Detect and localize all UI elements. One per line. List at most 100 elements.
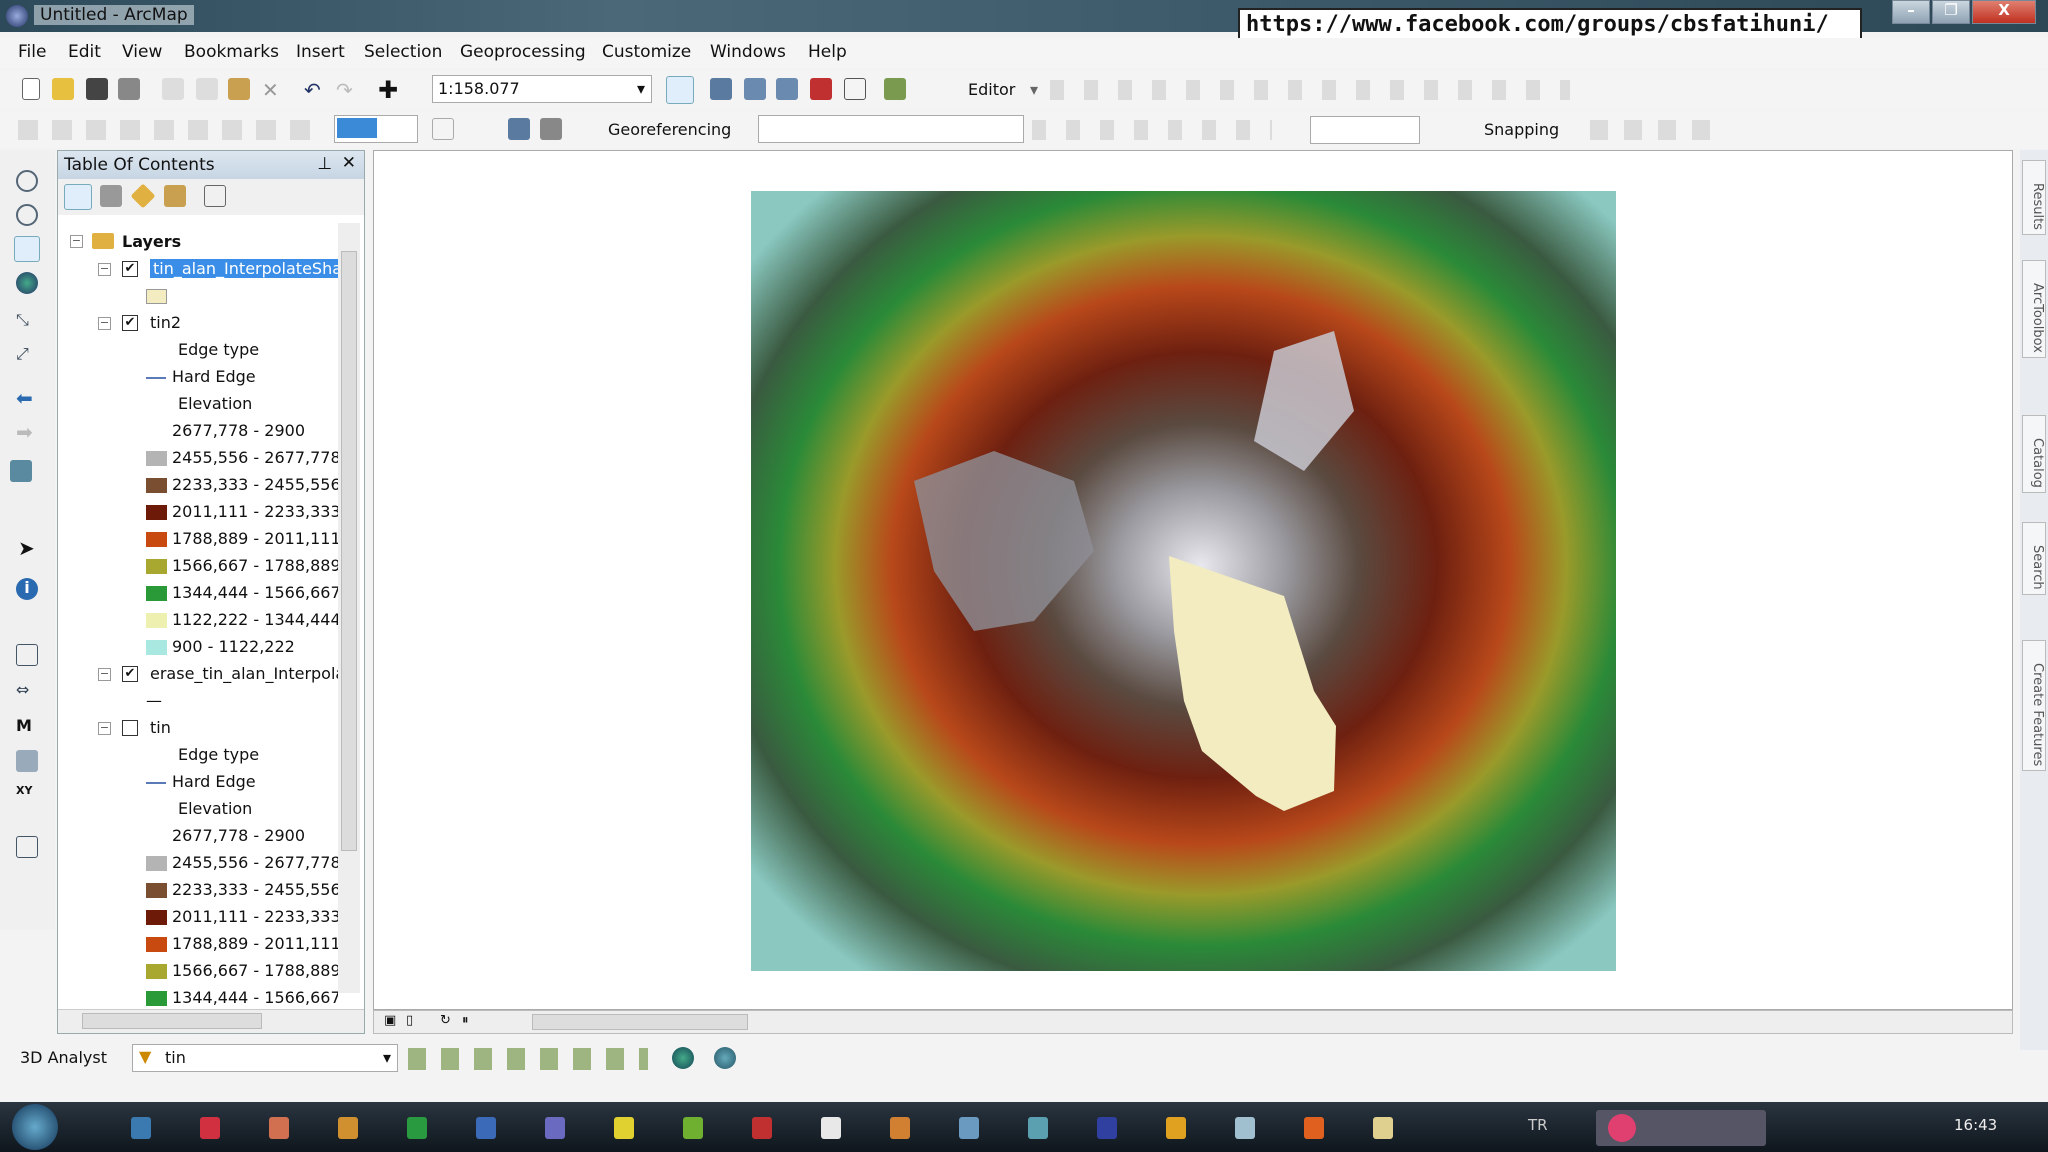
find-route-icon[interactable] <box>16 750 38 772</box>
forward-icon[interactable]: ➡ <box>16 420 38 444</box>
cut-icon[interactable] <box>162 78 184 100</box>
data-frame-label[interactable]: Layers <box>122 232 181 251</box>
maximize-button[interactable]: ❐ <box>1932 0 1970 24</box>
save-icon[interactable] <box>86 78 108 100</box>
scale-combo[interactable]: 1:158.077 ▾ <box>432 75 652 103</box>
catalog-tab[interactable]: Catalog <box>2022 415 2046 493</box>
minimize-button[interactable]: – <box>1892 0 1930 24</box>
menu-view[interactable]: View <box>122 42 162 62</box>
toc-window-icon[interactable] <box>710 78 732 100</box>
layer-visibility-checkbox[interactable] <box>122 720 138 736</box>
taskbar-app-button[interactable] <box>1147 1108 1205 1148</box>
layer-visibility-checkbox[interactable]: ✔ <box>122 666 138 682</box>
list-by-source-icon[interactable] <box>100 185 122 207</box>
print-preview-icon[interactable] <box>540 118 562 140</box>
taskbar-app-button[interactable] <box>388 1108 446 1148</box>
arcscene-icon[interactable] <box>672 1047 694 1069</box>
zoom-in-icon[interactable] <box>16 170 38 192</box>
page-icon[interactable] <box>432 118 454 140</box>
data-view-icon[interactable]: ▣ <box>384 1013 396 1028</box>
arctoolbox-tab[interactable]: ArcToolbox <box>2022 260 2046 358</box>
back-icon[interactable]: ⬅ <box>16 386 38 410</box>
new-icon[interactable] <box>22 78 40 100</box>
taskbar-app-button[interactable] <box>1009 1108 1067 1148</box>
add-data-icon[interactable]: ✚ <box>378 76 400 104</box>
menu-file[interactable]: File <box>18 42 46 62</box>
close-button[interactable]: X <box>1972 0 2036 24</box>
fixed-zoom-in-icon[interactable]: ⤡ <box>16 310 38 332</box>
layer-name[interactable]: tin_alan_InterpolateSha <box>150 259 338 278</box>
3d-analyst-tools[interactable] <box>408 1048 648 1070</box>
refresh-icon[interactable]: ↻ <box>440 1013 451 1028</box>
layout-icon[interactable] <box>508 118 530 140</box>
full-extent-icon[interactable] <box>16 272 38 294</box>
menu-help[interactable]: Help <box>808 42 847 62</box>
identify-icon[interactable]: i <box>16 578 38 600</box>
3d-layer-combo[interactable]: ▼ tin ▾ <box>132 1044 398 1072</box>
toc-horizontal-scrollbar[interactable] <box>58 1009 364 1033</box>
measure-icon[interactable]: ⇔ <box>16 680 38 702</box>
taskbar-app-button[interactable] <box>664 1108 722 1148</box>
taskbar-app-button[interactable] <box>319 1108 377 1148</box>
taskbar-app-button[interactable] <box>181 1108 239 1148</box>
paste-icon[interactable] <box>228 78 250 100</box>
select-elements-icon[interactable]: ➤ <box>18 536 40 560</box>
list-by-visibility-icon[interactable] <box>130 183 156 209</box>
collapse-icon[interactable]: − <box>98 317 111 330</box>
taskbar-app-button[interactable] <box>457 1108 515 1148</box>
time-slider-icon[interactable] <box>16 836 38 858</box>
search-window-icon[interactable] <box>776 78 798 100</box>
menu-windows[interactable]: Windows <box>710 42 786 62</box>
search-tab[interactable]: Search <box>2022 522 2046 595</box>
taskbar-app-button[interactable] <box>802 1108 860 1148</box>
options-icon[interactable] <box>204 185 226 207</box>
taskbar-app-button[interactable] <box>595 1108 653 1148</box>
snapping-tools[interactable] <box>1590 120 1720 140</box>
html-popup-icon[interactable] <box>16 644 38 666</box>
model-builder-icon[interactable] <box>884 78 906 100</box>
pause-drawing-icon[interactable]: ⏸ <box>462 1013 469 1028</box>
taskbar-app-button[interactable] <box>250 1108 308 1148</box>
menu-selection[interactable]: Selection <box>364 42 442 62</box>
collapse-icon[interactable]: − <box>98 263 111 276</box>
list-by-selection-icon[interactable] <box>164 185 186 207</box>
collapse-icon[interactable]: − <box>98 668 111 681</box>
collapse-icon[interactable]: − <box>98 722 111 735</box>
delete-icon[interactable]: ✕ <box>262 78 284 102</box>
taskbar-app-button[interactable] <box>940 1108 998 1148</box>
layer-visibility-checkbox[interactable]: ✔ <box>122 261 138 277</box>
close-icon[interactable]: ✕ <box>342 153 356 173</box>
results-tab[interactable]: Results <box>2022 160 2046 235</box>
arctoolbox-icon[interactable] <box>810 78 832 100</box>
print-icon[interactable] <box>118 78 140 100</box>
menu-bookmarks[interactable]: Bookmarks <box>184 42 279 62</box>
3d-analyst-menu[interactable]: 3D Analyst <box>20 1048 107 1067</box>
map-view[interactable] <box>373 150 2013 1010</box>
pin-icon[interactable]: ⊥ <box>317 154 332 174</box>
taskbar-app-button[interactable] <box>1354 1108 1412 1148</box>
taskbar-app-button[interactable] <box>1216 1108 1274 1148</box>
taskbar-app-button[interactable] <box>112 1108 170 1148</box>
snapping-menu[interactable]: Snapping <box>1484 120 1559 139</box>
redo-icon[interactable]: ↷ <box>336 78 358 102</box>
georef-layer-combo[interactable] <box>758 115 1024 143</box>
undo-icon[interactable]: ↶ <box>304 78 326 102</box>
menu-edit[interactable]: Edit <box>68 42 101 62</box>
copy-icon[interactable] <box>196 78 218 100</box>
color-combo[interactable] <box>334 115 418 143</box>
layer-name[interactable]: tin <box>150 718 171 737</box>
collapse-icon[interactable]: − <box>70 235 83 248</box>
fixed-zoom-out-icon[interactable]: ⤢ <box>16 344 38 366</box>
georeferencing-menu[interactable]: Georeferencing <box>608 120 731 139</box>
taskbar-app-button[interactable] <box>1285 1108 1343 1148</box>
taskbar-app-button[interactable] <box>526 1108 584 1148</box>
menu-geoprocessing[interactable]: Geoprocessing <box>460 42 586 62</box>
menu-customize[interactable]: Customize <box>602 42 691 62</box>
python-icon[interactable] <box>844 78 866 100</box>
find-icon[interactable]: M <box>16 716 38 738</box>
georef-input[interactable] <box>1310 116 1420 144</box>
editor-toolbar-icon[interactable] <box>666 76 694 104</box>
select-features-icon[interactable] <box>10 460 32 482</box>
editor-menu[interactable]: Editor <box>968 80 1015 99</box>
layer-visibility-checkbox[interactable]: ✔ <box>122 315 138 331</box>
